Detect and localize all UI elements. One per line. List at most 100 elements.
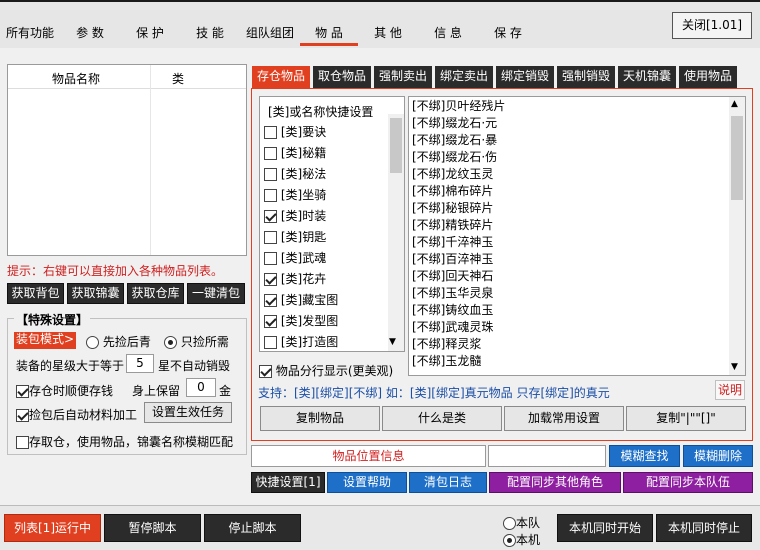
tab-bound-sell[interactable]: 绑定卖出 xyxy=(435,66,493,88)
get-pouch-button[interactable]: 获取锦囊 xyxy=(67,283,124,304)
pause-script-button[interactable]: 暂停脚本 xyxy=(104,514,201,542)
category-checkbox[interactable] xyxy=(264,231,277,244)
fuzzy-search-input[interactable] xyxy=(488,445,606,467)
tab-tianji-pouch[interactable]: 天机锦囊 xyxy=(618,66,676,88)
item-entry[interactable]: [不绑]秘银碎片 xyxy=(412,200,493,217)
radio-pick-only[interactable]: 只捡所需 xyxy=(164,333,229,350)
item-entry[interactable]: [不绑]玉华灵泉 xyxy=(412,285,493,302)
clear-log-button[interactable]: 清包日志 xyxy=(409,472,487,493)
items-scroll-thumb[interactable] xyxy=(731,116,743,200)
item-entry[interactable]: [不绑]回天神石 xyxy=(412,268,493,285)
get-bag-button[interactable]: 获取背包 xyxy=(7,283,64,304)
tab-all-functions[interactable]: 所有功能 xyxy=(4,26,56,46)
radio-pick-only-icon[interactable] xyxy=(164,336,177,349)
item-entry[interactable]: [不绑]铸纹血玉 xyxy=(412,302,493,319)
radio-team[interactable]: 本队 xyxy=(503,514,540,531)
category-item[interactable]: [类]藏宝图 xyxy=(264,290,338,311)
category-checkbox[interactable] xyxy=(264,336,277,349)
fuzzy-search-button[interactable]: 模糊查找 xyxy=(609,445,680,467)
sync-other-roles-button[interactable]: 配置同步其他角色 xyxy=(489,472,621,493)
item-entry[interactable]: [不绑]棉布碎片 xyxy=(412,183,493,200)
what-is-class-button[interactable]: 什么是类 xyxy=(382,406,502,431)
items-scroll-down-icon[interactable]: ▼ xyxy=(731,362,738,372)
copy-separator-button[interactable]: 复制"|""[]" xyxy=(626,406,746,431)
radio-pick-first-icon[interactable] xyxy=(86,336,99,349)
item-entry[interactable]: [不绑]玉龙髓 xyxy=(412,353,481,370)
close-button[interactable]: 关闭[1.01] xyxy=(672,12,752,39)
item-entry[interactable]: [不绑]缀龙石·暴 xyxy=(412,132,497,149)
tab-items[interactable]: 物 品 xyxy=(300,26,358,46)
fuzzy-match-option[interactable]: 存取仓，使用物品，锦囊名称模糊匹配 xyxy=(16,433,233,450)
tab-force-destroy[interactable]: 强制销毁 xyxy=(557,66,615,88)
category-item[interactable]: [类]钥匙 xyxy=(264,227,326,248)
fuzzy-delete-button[interactable]: 模糊删除 xyxy=(683,445,753,467)
item-entry[interactable]: [不绑]百淬神玉 xyxy=(412,251,493,268)
item-entry[interactable]: [不绑]贝叶经残片 xyxy=(412,98,505,115)
tab-other[interactable]: 其 他 xyxy=(368,26,408,46)
category-checkbox[interactable] xyxy=(264,315,277,328)
category-checkbox[interactable] xyxy=(264,126,277,139)
tab-save[interactable]: 保 存 xyxy=(488,26,528,46)
load-common-settings-button[interactable]: 加载常用设置 xyxy=(504,406,624,431)
sync-team-button[interactable]: 配置同步本队伍 xyxy=(623,472,753,493)
category-item[interactable]: [类]秘法 xyxy=(264,164,326,185)
category-item[interactable]: [类]武魂 xyxy=(264,248,326,269)
category-item[interactable]: [类]发型图 xyxy=(264,311,338,332)
list-running-button[interactable]: 列表[1]运行中 xyxy=(4,514,101,542)
category-checkbox[interactable] xyxy=(264,147,277,160)
item-entry[interactable]: [不绑]释灵浆 xyxy=(412,336,481,353)
copy-items-button[interactable]: 复制物品 xyxy=(260,406,380,431)
radio-local-icon[interactable] xyxy=(503,534,516,547)
stop-script-button[interactable]: 停止脚本 xyxy=(204,514,301,542)
item-entry[interactable]: [不绑]武魂灵珠 xyxy=(412,319,493,336)
tab-bound-destroy[interactable]: 绑定销毁 xyxy=(496,66,554,88)
item-entry[interactable]: [不绑]缀龙石·伤 xyxy=(412,149,497,166)
tab-skills[interactable]: 技 能 xyxy=(190,26,230,46)
split-display-checkbox[interactable] xyxy=(259,365,272,378)
category-checkbox[interactable] xyxy=(264,294,277,307)
radio-pick-first[interactable]: 先捡后青 xyxy=(86,333,151,350)
category-item[interactable]: [类]时装 xyxy=(264,206,326,227)
auto-process-checkbox[interactable] xyxy=(16,409,29,422)
item-location-field[interactable]: 物品位置信息 xyxy=(251,445,486,467)
category-checkbox[interactable] xyxy=(264,273,277,286)
split-display-option[interactable]: 物品分行显示(更美观) xyxy=(259,362,393,379)
radio-local[interactable]: 本机 xyxy=(503,531,540,548)
scroll-down-icon[interactable]: ▼ xyxy=(389,337,396,347)
one-click-clear-button[interactable]: 一键清包 xyxy=(187,283,245,304)
category-checkbox[interactable] xyxy=(264,252,277,265)
tab-force-sell[interactable]: 强制卖出 xyxy=(374,66,432,88)
item-list-table[interactable] xyxy=(7,64,247,256)
category-item[interactable]: [类]花卉 xyxy=(264,269,326,290)
category-item[interactable]: [类]要诀 xyxy=(264,122,326,143)
local-start-button[interactable]: 本机同时开始 xyxy=(557,514,653,542)
item-entry[interactable]: [不绑]千淬神玉 xyxy=(412,234,493,251)
tab-team[interactable]: 组队组团 xyxy=(244,26,296,46)
star-input[interactable]: 5 xyxy=(126,354,154,373)
fuzzy-match-checkbox[interactable] xyxy=(16,436,29,449)
set-task-button[interactable]: 设置生效任务 xyxy=(144,402,232,423)
item-entry[interactable]: [不绑]精铁碎片 xyxy=(412,217,493,234)
settings-help-button[interactable]: 设置帮助 xyxy=(327,472,407,493)
category-checkbox[interactable] xyxy=(264,189,277,202)
tab-use-items[interactable]: 使用物品 xyxy=(679,66,737,88)
category-item[interactable]: [类]秘籍 xyxy=(264,143,326,164)
item-entry[interactable]: [不绑]缀龙石·元 xyxy=(412,115,497,132)
category-scroll-thumb[interactable] xyxy=(390,118,402,173)
item-entry[interactable]: [不绑]龙纹玉灵 xyxy=(412,166,493,183)
get-warehouse-button[interactable]: 获取仓库 xyxy=(127,283,184,304)
local-stop-button[interactable]: 本机同时停止 xyxy=(656,514,752,542)
keep-gold-input[interactable]: 0 xyxy=(186,378,216,397)
category-checkbox[interactable] xyxy=(264,168,277,181)
pick-mode-button[interactable]: 装包模式> xyxy=(14,332,76,349)
items-scroll-up-icon[interactable]: ▲ xyxy=(731,99,738,109)
category-item[interactable]: [类]坐骑 xyxy=(264,185,326,206)
quick-settings-button[interactable]: 快捷设置[1] xyxy=(251,472,325,493)
store-money-option[interactable]: 存仓时顺便存钱 xyxy=(16,382,113,399)
auto-process-option[interactable]: 捡包后自动材料加工 xyxy=(16,406,137,423)
tab-take-items[interactable]: 取仓物品 xyxy=(313,66,371,88)
explain-button[interactable]: 说明 xyxy=(715,380,745,400)
radio-team-icon[interactable] xyxy=(503,517,516,530)
tab-info[interactable]: 信 息 xyxy=(428,26,468,46)
tab-store-items[interactable]: 存仓物品 xyxy=(252,66,310,88)
